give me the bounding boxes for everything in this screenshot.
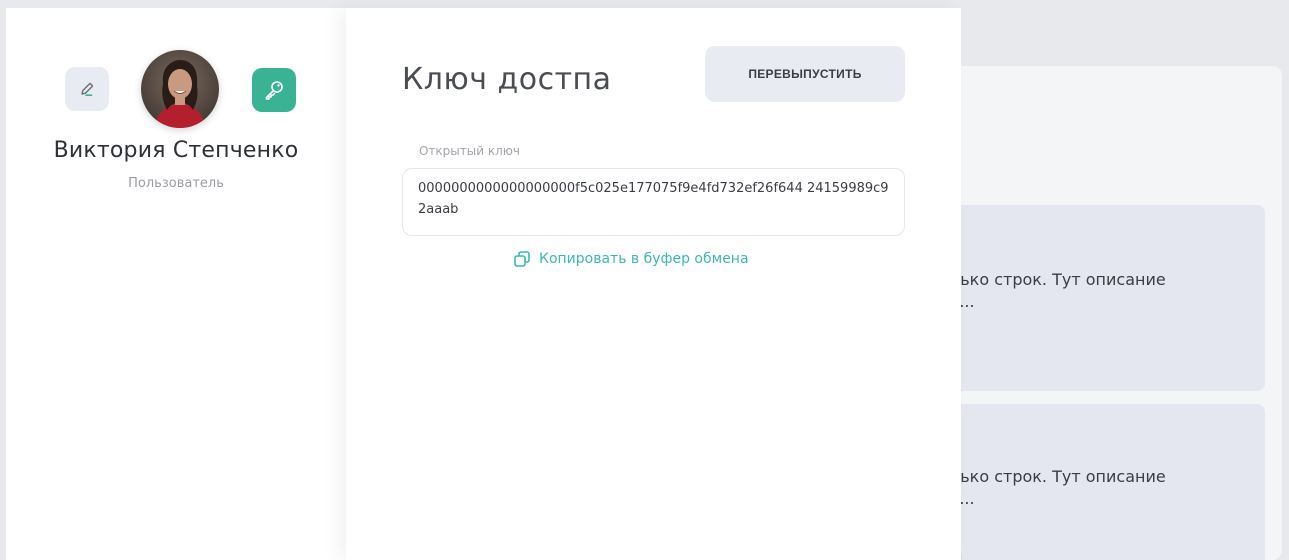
edit-profile-button[interactable]	[65, 67, 109, 111]
reissue-button[interactable]: ПЕРЕВЫПУСТИТЬ	[705, 46, 905, 102]
public-key-label: Открытый ключ	[419, 144, 520, 158]
list-item-description: лько строк. Тут описание т...	[950, 270, 1166, 311]
user-role: Пользователь	[128, 176, 224, 191]
profile-panel	[6, 8, 346, 560]
copy-to-clipboard-link[interactable]: Копировать в буфер обмена	[513, 250, 749, 268]
access-key-button[interactable]	[252, 68, 296, 112]
pencil-icon	[81, 82, 94, 97]
list-item[interactable]: лько строк. Тут описание т...	[936, 404, 1265, 560]
list-item[interactable]: лько строк. Тут описание т...	[936, 205, 1265, 391]
user-name: Виктория Степченко	[53, 138, 299, 163]
avatar	[141, 50, 219, 128]
copy-icon	[514, 251, 530, 267]
public-key-field[interactable]: 0000000000000000000f5c025e177075f9e4fd73…	[402, 168, 905, 236]
key-icon	[265, 81, 283, 100]
copy-label: Копировать в буфер обмена	[539, 251, 749, 267]
drawer-title: Ключ достпа	[402, 62, 612, 97]
access-key-drawer: Ключ достпа ПЕРЕВЫПУСТИТЬ Открытый ключ …	[346, 8, 961, 560]
list-item-description: лько строк. Тут описание т...	[950, 467, 1166, 508]
top-band	[0, 0, 1289, 8]
